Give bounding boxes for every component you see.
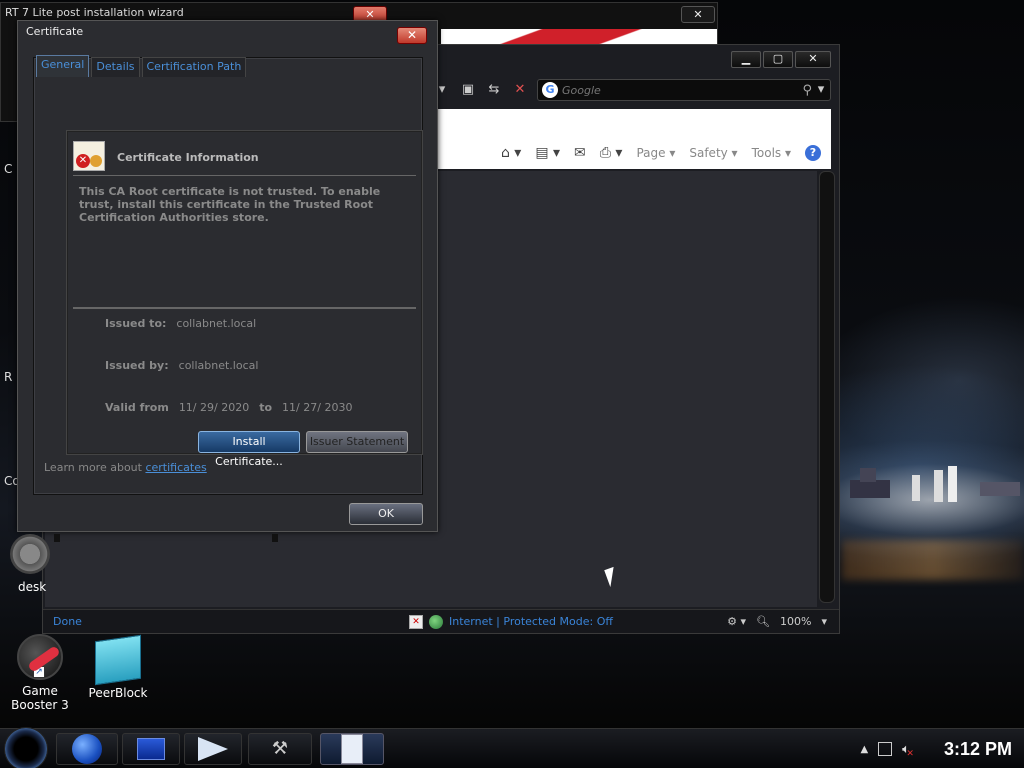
learn-more-text: Learn more about — [44, 461, 146, 474]
mail-icon[interactable]: ✉ — [574, 145, 586, 161]
zoom-level: 100% — [780, 615, 812, 628]
taskbar: ⚒ ▲ 🔈︎ ✕ 3:12 PM — [0, 727, 1024, 768]
certificate-error-icon: ✕ — [73, 141, 105, 171]
safety-menu[interactable]: Safety ▾ — [689, 146, 737, 160]
drive-icon — [137, 738, 165, 760]
peerblock-icon — [95, 634, 141, 686]
desktop-icon-partial[interactable]: desk — [0, 534, 50, 594]
desktop-icon-label: desk — [18, 580, 47, 594]
search-input[interactable] — [562, 83, 799, 97]
tab-certification-path[interactable]: Certification Path — [141, 57, 247, 77]
clock[interactable]: 3:12 PM — [944, 739, 1012, 760]
document-icon — [341, 734, 363, 764]
google-icon: G — [542, 82, 558, 98]
minimize-button[interactable]: ▁ — [731, 51, 761, 68]
dialog-title: Certificate — [26, 25, 84, 38]
volume-muted-icon[interactable]: 🔈︎ ✕ — [902, 742, 914, 759]
validity-row: Valid from 11/ 29/ 2020 to 11/ 27/ 2030 — [105, 401, 352, 414]
browser-caption-buttons: ▁ ▢ ✕ — [731, 51, 831, 68]
close-button[interactable]: ✕ — [795, 51, 831, 68]
issued-by-value: collabnet.local — [178, 359, 259, 372]
valid-from-value: 11/ 29/ 2020 — [178, 401, 250, 414]
search-icon[interactable]: ⚲ — [802, 83, 812, 98]
search-box[interactable]: G ⚲ ▾ — [537, 79, 831, 101]
search-options-icon[interactable]: ▾ — [816, 81, 826, 99]
browser-toolbar: ▾ ▣ ⇆ ✕ G ⚲ ▾ — [433, 79, 831, 101]
desktop-icon-label: Game Booster 3 — [11, 684, 69, 712]
maximize-button[interactable]: ▢ — [763, 51, 793, 68]
print-icon[interactable]: ⎙ ▾ — [600, 145, 623, 161]
ok-button[interactable]: OK — [349, 503, 423, 525]
privacy-icon[interactable]: ⚙ ▾ — [727, 615, 746, 628]
desktop-edge-label: C — [4, 162, 13, 176]
compatibility-view-icon[interactable]: ▣ — [459, 81, 477, 99]
security-zone[interactable]: ✕ Internet | Protected Mode: Off — [409, 614, 613, 629]
info-heading: Certificate Information — [117, 151, 259, 164]
issued-by-label: Issued by: — [105, 359, 169, 372]
gear-icon — [10, 534, 50, 574]
command-bar: ⌂ ▾ ▤ ▾ ✉ ⎙ ▾ Page ▾ Safety ▾ Tools ▾ ? — [438, 109, 831, 169]
desktop-icon-peerblock[interactable]: PeerBlock — [78, 634, 158, 700]
divider — [73, 175, 416, 176]
certificate-dialog[interactable]: Certificate ✕ ✕ Certificate Information … — [17, 20, 438, 532]
help-icon[interactable]: ? — [805, 145, 821, 161]
home-icon[interactable]: ⌂ ▾ — [501, 145, 521, 161]
taskbar-ie[interactable] — [56, 733, 118, 765]
feeds-icon[interactable]: ▤ ▾ — [535, 145, 560, 161]
taskbar-drive[interactable] — [122, 733, 180, 765]
wizard-secondary-close-button[interactable]: ✕ — [681, 6, 715, 23]
tools-icon: ⚒ — [271, 738, 289, 759]
internet-explorer-icon — [72, 734, 102, 764]
zoom-icon: 🔍︎ — [756, 615, 771, 628]
valid-to-value: 11/ 27/ 2030 — [282, 401, 353, 414]
taskbar-document[interactable] — [320, 733, 384, 765]
play-icon — [198, 737, 228, 761]
render-artifact — [272, 534, 278, 542]
issued-to-label: Issued to: — [105, 317, 167, 330]
system-tray: ▲ 🔈︎ ✕ 3:12 PM — [860, 729, 1012, 768]
issued-to-row: Issued to: collabnet.local — [105, 317, 256, 330]
desktop-icon-game-booster[interactable]: ↗ Game Booster 3 — [0, 634, 80, 712]
desktop-edge-label: R — [4, 370, 13, 384]
network-icon[interactable] — [878, 742, 893, 756]
valid-to-label: to — [259, 401, 273, 414]
game-booster-icon: ↗ — [17, 634, 63, 680]
tab-general[interactable]: General — [36, 55, 90, 77]
popup-blocked-icon[interactable]: ✕ — [409, 614, 423, 629]
wallpaper-figures — [850, 466, 1020, 502]
certificates-link[interactable]: certificates — [145, 461, 206, 474]
stop-icon[interactable]: ✕ — [511, 81, 529, 99]
refresh-icon[interactable]: ⇆ — [485, 81, 503, 99]
vertical-scrollbar[interactable] — [819, 171, 835, 603]
status-text: Done — [53, 615, 82, 628]
dialog-close-button[interactable]: ✕ — [397, 27, 427, 44]
desktop-icon-label: PeerBlock — [88, 686, 148, 700]
start-button[interactable] — [4, 727, 48, 768]
internet-zone-icon — [429, 614, 443, 629]
tab-strip: General Details Certification Path — [36, 55, 247, 77]
issuer-statement-button[interactable]: Issuer Statement — [306, 431, 408, 453]
show-hidden-icons-icon[interactable]: ▲ — [860, 744, 868, 755]
tab-panel: ✕ Certificate Information This CA Root c… — [33, 57, 423, 495]
valid-from-label: Valid from — [105, 401, 169, 414]
zone-text: Internet | Protected Mode: Off — [449, 615, 613, 628]
zoom-dropdown-icon[interactable]: ▾ — [821, 615, 827, 628]
taskbar-media-player[interactable] — [184, 733, 242, 765]
status-bar: Done ✕ Internet | Protected Mode: Off ⚙ … — [43, 609, 839, 633]
divider — [73, 307, 416, 309]
issued-to-value: collabnet.local — [176, 317, 257, 330]
page-menu[interactable]: Page ▾ — [636, 146, 675, 160]
taskbar-tools[interactable]: ⚒ — [248, 733, 312, 765]
learn-more: Learn more about certificates — [44, 461, 207, 474]
tab-details[interactable]: Details — [91, 57, 140, 77]
zoom-control[interactable]: ⚙ ▾ 🔍︎ 100% ▾ — [727, 615, 827, 628]
issued-by-row: Issued by: collabnet.local — [105, 359, 258, 372]
render-artifact — [54, 534, 60, 542]
tools-menu[interactable]: Tools ▾ — [752, 146, 791, 160]
wallpaper-city-glow — [842, 540, 1024, 580]
certificate-info-box: ✕ Certificate Information This CA Root c… — [66, 130, 423, 455]
trust-warning-text: This CA Root certificate is not trusted.… — [79, 185, 381, 224]
install-certificate-button[interactable]: Install Certificate... — [198, 431, 300, 468]
